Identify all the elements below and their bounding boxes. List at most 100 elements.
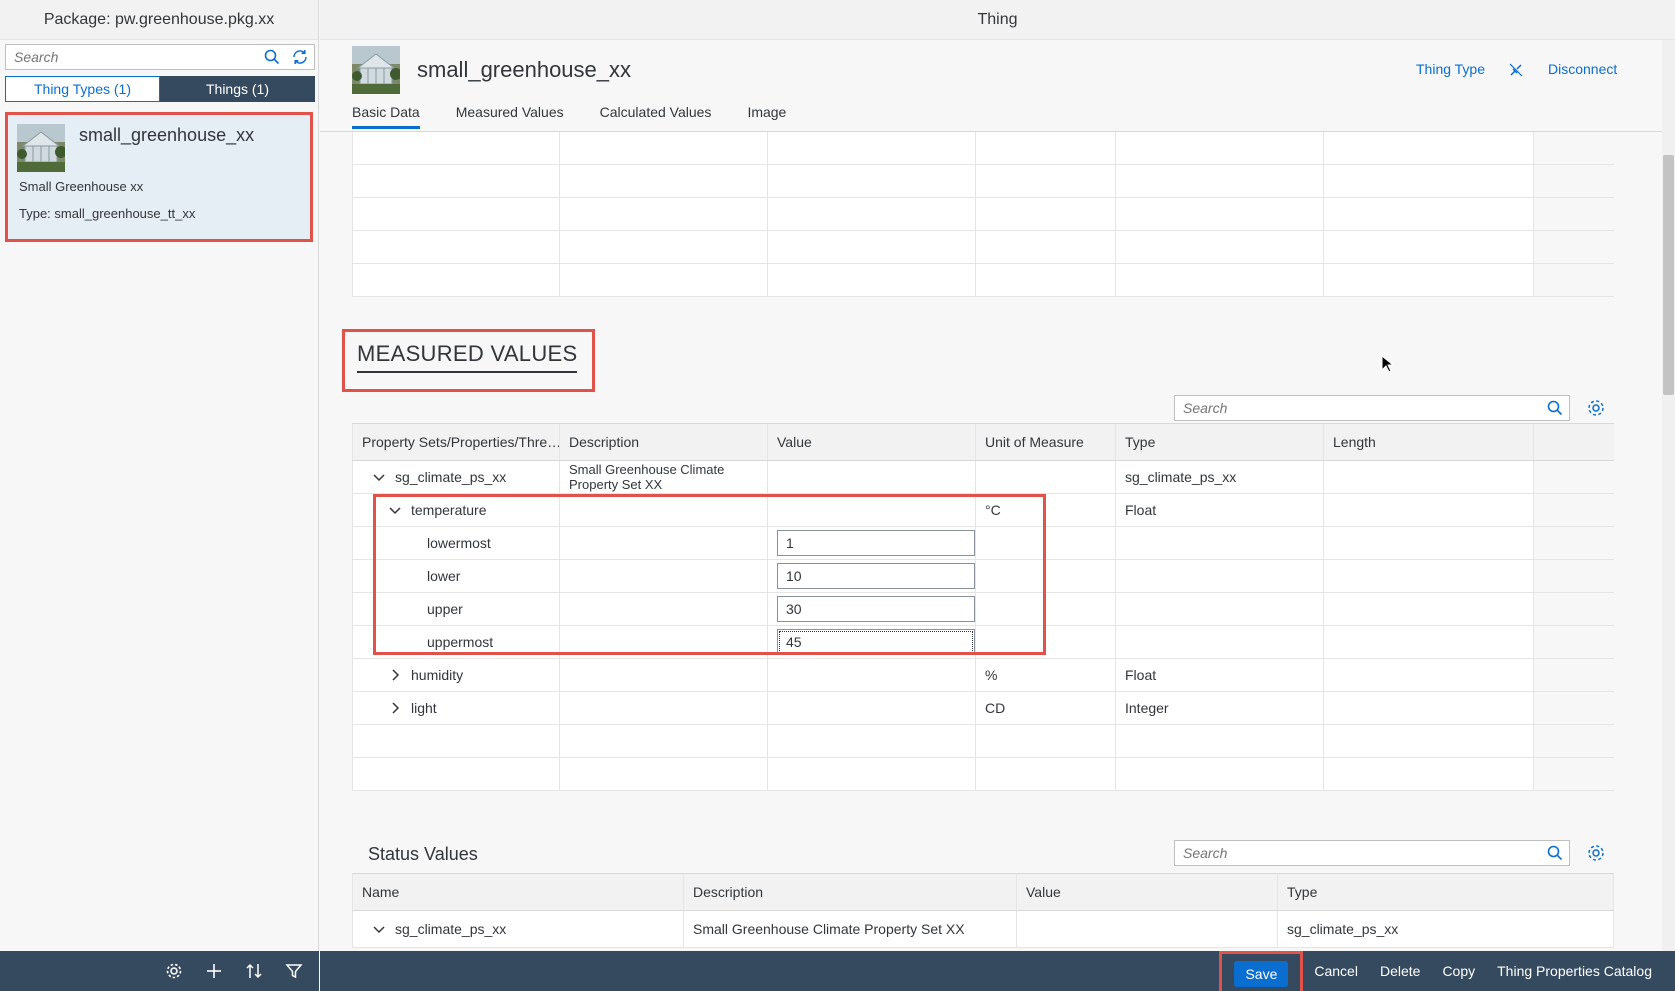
scrollbar[interactable] — [1662, 40, 1675, 951]
add-icon[interactable] — [201, 958, 227, 984]
basic-data-table-rows — [352, 132, 1614, 297]
thing-properties-catalog-button[interactable]: Thing Properties Catalog — [1486, 958, 1663, 984]
save-button[interactable]: Save — [1234, 961, 1289, 987]
property-description: Small Greenhouse Climate Property Set XX — [569, 462, 725, 492]
table-row[interactable]: light CD Integer — [352, 692, 1614, 725]
column-header[interactable]: Type — [1278, 874, 1614, 910]
column-header[interactable]: Length — [1324, 424, 1534, 460]
sort-icon[interactable] — [241, 958, 267, 984]
table-row — [352, 132, 1614, 165]
chevron-down-icon[interactable] — [371, 469, 387, 485]
tab-measured-values[interactable]: Measured Values — [456, 104, 564, 129]
property-type: Float — [1125, 667, 1157, 683]
table-row[interactable]: uppermost 45 — [352, 626, 1614, 659]
detail-footer: Save Cancel Delete Copy Thing Properties… — [320, 951, 1675, 991]
mouse-cursor-icon — [1381, 355, 1393, 373]
threshold-name: lowermost — [427, 535, 491, 551]
refresh-icon[interactable] — [286, 45, 314, 69]
object-tabs: Basic Data Measured Values Calculated Va… — [352, 104, 822, 129]
table-row[interactable]: upper 30 — [352, 593, 1614, 626]
property-type: sg_climate_ps_xx — [1125, 469, 1237, 485]
thing-list-item-title: small_greenhouse_xx — [79, 125, 255, 145]
disconnect-link[interactable]: Disconnect — [1548, 61, 1617, 77]
property-type: Integer — [1125, 700, 1169, 716]
status-values-search-input[interactable]: Search — [1175, 845, 1541, 861]
master-search-input[interactable]: Search — [6, 49, 258, 65]
status-type: sg_climate_ps_xx — [1287, 921, 1399, 937]
property-unit: CD — [985, 700, 1006, 716]
measured-values-search-input[interactable]: Search — [1175, 400, 1541, 416]
table-row[interactable]: humidity % Float — [352, 659, 1614, 692]
search-icon[interactable] — [258, 45, 286, 69]
table-row[interactable]: lower 10 — [352, 560, 1614, 593]
cancel-button[interactable]: Cancel — [1303, 958, 1369, 984]
column-header[interactable]: Value — [1017, 874, 1278, 910]
filter-icon[interactable] — [281, 958, 307, 984]
property-unit: % — [985, 667, 998, 683]
delete-button[interactable]: Delete — [1369, 958, 1431, 984]
master-segmented-button: Thing Types (1) Things (1) — [5, 76, 315, 102]
status-values-search-field[interactable]: Search — [1174, 840, 1570, 866]
table-row[interactable]: lowermost 1 — [352, 527, 1614, 560]
status-description: Small Greenhouse Climate Property Set XX — [693, 921, 965, 937]
property-type: Float — [1125, 502, 1157, 518]
gear-icon[interactable] — [1586, 843, 1606, 863]
tab-basic-data[interactable]: Basic Data — [352, 104, 420, 129]
table-row — [352, 231, 1614, 264]
threshold-uppermost-input[interactable]: 45 — [777, 629, 975, 655]
master-search-field[interactable]: Search — [5, 44, 315, 70]
property-unit: °C — [985, 502, 1001, 518]
column-header[interactable]: Unit of Measure — [976, 424, 1116, 460]
property-name: humidity — [411, 667, 464, 683]
greenhouse-thumbnail — [17, 124, 65, 172]
detail-content: MEASURED VALUES Search Property Sets/Pro… — [320, 132, 1662, 951]
threshold-lowermost-input[interactable]: 1 — [777, 530, 975, 556]
threshold-upper-input[interactable]: 30 — [777, 596, 975, 622]
column-header[interactable]: Type — [1116, 424, 1324, 460]
table-row — [352, 165, 1614, 198]
table-header: Property Sets/Properties/Thre… Descripti… — [352, 423, 1614, 461]
measured-values-table: Property Sets/Properties/Thre… Descripti… — [352, 423, 1614, 791]
thing-list-item[interactable]: small_greenhouse_xx Small Greenhouse xx … — [5, 112, 313, 242]
settings-icon[interactable] — [161, 958, 187, 984]
column-header[interactable]: Description — [560, 424, 768, 460]
package-title: Package: pw.greenhouse.pkg.xx — [0, 0, 318, 40]
threshold-name: lower — [427, 568, 461, 584]
master-pane: Package: pw.greenhouse.pkg.xx Search Thi… — [0, 0, 319, 991]
tab-calculated-values[interactable]: Calculated Values — [600, 104, 712, 129]
threshold-lower-input[interactable]: 10 — [777, 563, 975, 589]
chevron-down-icon[interactable] — [371, 921, 387, 937]
table-row[interactable]: sg_climate_ps_xx Small Greenhouse Climat… — [352, 911, 1614, 948]
property-name: light — [411, 700, 437, 716]
save-highlight: Save — [1219, 951, 1304, 991]
property-name: sg_climate_ps_xx — [395, 469, 507, 485]
table-row[interactable]: temperature °C Float — [352, 494, 1614, 527]
tab-things[interactable]: Things (1) — [160, 76, 315, 102]
chevron-right-icon[interactable] — [387, 700, 403, 716]
measured-values-highlight: MEASURED VALUES — [342, 329, 595, 392]
tab-thing-types[interactable]: Thing Types (1) — [5, 76, 160, 102]
property-name: temperature — [411, 502, 487, 518]
table-row[interactable]: sg_climate_ps_xx Small Greenhouse Climat… — [352, 461, 1614, 494]
column-header[interactable]: Property Sets/Properties/Thre… — [352, 424, 560, 460]
search-icon[interactable] — [1541, 396, 1569, 420]
column-header[interactable]: Name — [352, 874, 684, 910]
object-header: small_greenhouse_xx Thing Type Disconnec… — [320, 40, 1662, 132]
gear-icon[interactable] — [1586, 398, 1606, 418]
status-values-title: Status Values — [368, 844, 478, 864]
scrollbar-thumb[interactable] — [1663, 155, 1674, 395]
chevron-down-icon[interactable] — [387, 502, 403, 518]
search-icon[interactable] — [1541, 841, 1569, 865]
measured-values-search-field[interactable]: Search — [1174, 395, 1570, 421]
thing-type-link[interactable]: Thing Type — [1416, 61, 1485, 77]
column-header[interactable]: Description — [684, 874, 1017, 910]
chevron-right-icon[interactable] — [387, 667, 403, 683]
status-name: sg_climate_ps_xx — [395, 921, 507, 937]
copy-button[interactable]: Copy — [1431, 958, 1486, 984]
disconnect-icon[interactable] — [1508, 62, 1524, 81]
column-header[interactable]: Value — [768, 424, 976, 460]
threshold-name: uppermost — [427, 634, 494, 650]
greenhouse-thumbnail — [352, 46, 400, 94]
tab-image[interactable]: Image — [747, 104, 786, 129]
status-values-table: Name Description Value Type sg_climate_p… — [352, 873, 1614, 948]
